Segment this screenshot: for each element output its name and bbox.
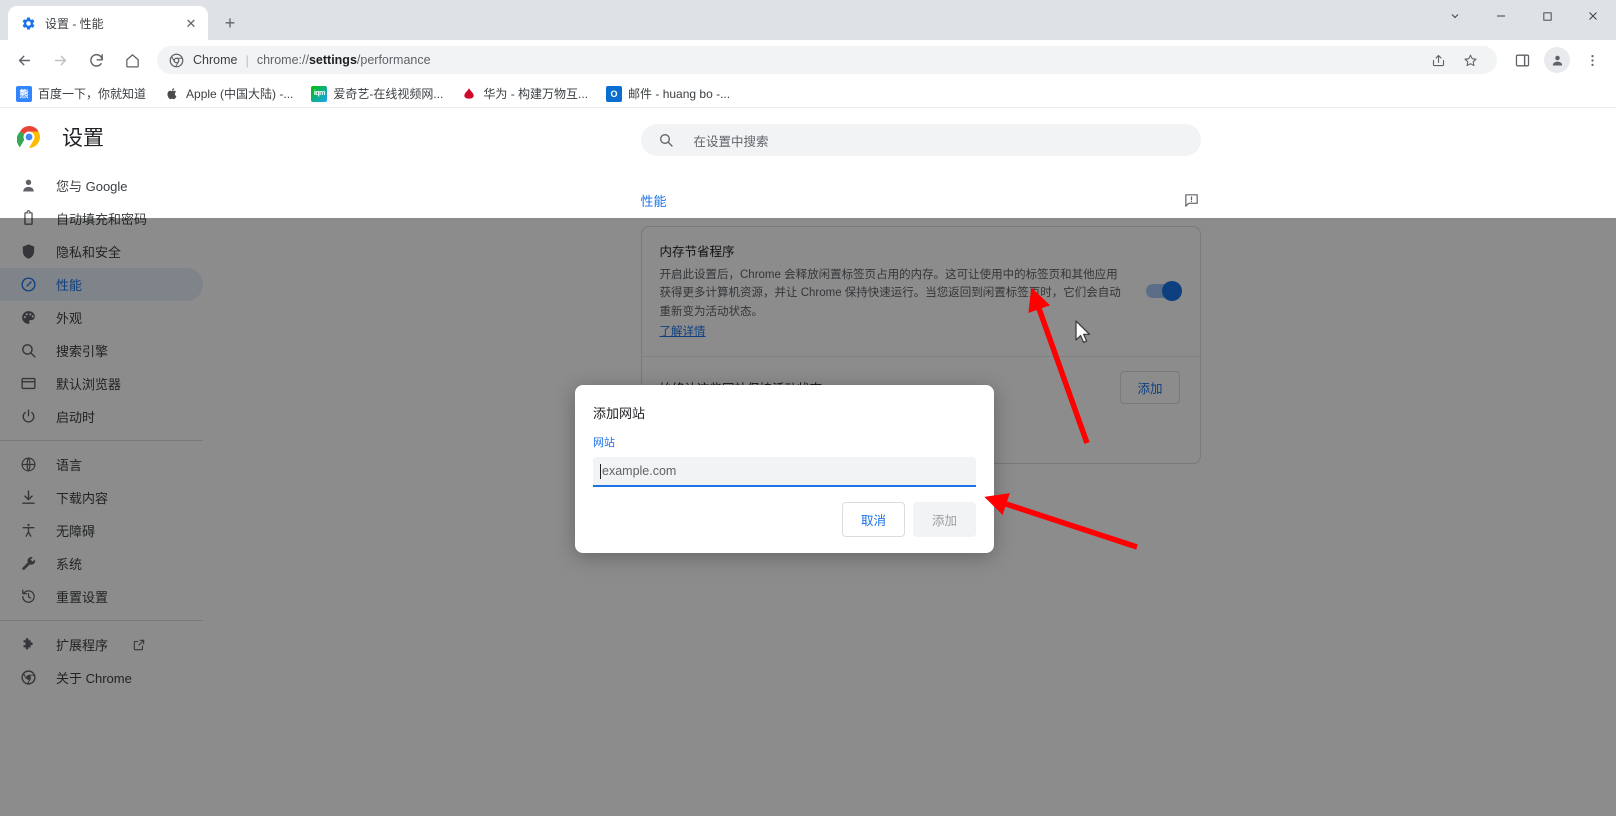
browser-tab[interactable]: 设置 - 性能 ✕ [8,6,208,40]
dialog-actions: 取消 添加 [575,502,994,553]
profile-avatar[interactable] [1544,47,1570,73]
tab-title: 设置 - 性能 [45,16,104,31]
close-window-button[interactable] [1570,0,1616,32]
iqiyi-favicon: iqm [311,85,328,102]
site-input[interactable]: example.com [593,457,976,487]
browser-window: 设置 - 性能 ✕ + Chrome | chrome://settings/p… [0,0,1616,816]
star-icon[interactable] [1458,48,1482,72]
chrome-logo-icon [16,125,41,149]
search-icon [657,131,675,149]
browser-toolbar: Chrome | chrome://settings/performance [0,40,1616,80]
omnibox-url: chrome://settings/performance [257,53,431,67]
tab-search-chevron-icon[interactable] [1432,0,1478,32]
settings-title: 设置 [62,127,104,150]
omnibox-url-prefix: chrome:// [256,53,309,67]
new-tab-button[interactable]: + [216,9,244,37]
window-controls [1432,0,1616,32]
back-button[interactable] [9,45,39,75]
bookmarks-bar: 熊 百度一下，你就知道 Apple (中国大陆) -... iqm 爱奇艺-在线… [0,80,1616,108]
search-placeholder: 在设置中搜索 [693,134,769,149]
bookmark-label: Apple (中国大陆) -... [186,87,294,101]
apple-favicon [164,86,180,102]
dialog-body: 网站 example.com [575,422,994,502]
bookmark-item[interactable]: iqm 爱奇艺-在线视频网... [303,83,451,105]
reload-button[interactable] [81,45,111,75]
confirm-add-button: 添加 [912,502,976,537]
outlook-favicon: O [606,85,623,102]
section-header: 性能 [641,188,1201,212]
omnibox-actions [1422,48,1486,72]
mouse-cursor [1075,320,1091,344]
huawei-favicon [461,86,477,102]
cancel-button[interactable]: 取消 [841,502,905,537]
tab-strip: 设置 - 性能 ✕ + [0,0,1616,40]
settings-search-wrap: 在设置中搜索 [225,109,1616,156]
bookmark-item[interactable]: 华为 - 构建万物互... [453,83,596,105]
person-icon [18,176,38,196]
baidu-favicon: 熊 [16,85,32,102]
sidebar-item-label: 您与 Google [56,179,128,194]
feedback-icon[interactable] [1183,191,1201,209]
chrome-logo-icon [168,52,184,68]
dialog-title: 添加网站 [593,406,646,421]
omnibox-separator: | [245,52,249,68]
share-icon[interactable] [1426,48,1450,72]
minimize-button[interactable] [1478,0,1524,32]
bookmark-label: 爱奇艺-在线视频网... [333,87,444,101]
omnibox[interactable]: Chrome | chrome://settings/performance [157,46,1497,74]
maximize-button[interactable] [1524,0,1570,32]
bookmark-label: 邮件 - huang bo -... [628,87,731,101]
close-icon[interactable]: ✕ [182,14,200,32]
side-panel-icon[interactable] [1507,45,1537,75]
three-dot-menu-icon[interactable] [1577,45,1607,75]
bookmark-label: 百度一下，你就知道 [38,87,147,101]
omnibox-scheme-label: Chrome [193,53,238,67]
site-input-placeholder: example.com [602,464,677,478]
text-caret [600,463,601,479]
home-button[interactable] [117,45,147,75]
section-title: 性能 [640,193,667,209]
forward-button[interactable] [45,45,75,75]
sidebar-item-you-and-google[interactable]: 您与 Google [0,169,225,202]
add-site-dialog: 添加网站 网站 example.com 取消 添加 [575,385,994,553]
bookmark-item[interactable]: 熊 百度一下，你就知道 [8,83,154,105]
omnibox-url-host: settings [308,53,357,67]
bookmark-label: 华为 - 构建万物互... [483,87,589,101]
settings-brand: 设置 [0,109,225,165]
bookmark-item[interactable]: O 邮件 - huang bo -... [598,83,738,105]
search-input[interactable]: 在设置中搜索 [640,124,1201,156]
gear-icon [20,15,36,31]
site-field-label: 网站 [593,437,615,449]
omnibox-url-path: /performance [356,53,431,67]
bookmark-item[interactable]: Apple (中国大陆) -... [156,83,301,105]
